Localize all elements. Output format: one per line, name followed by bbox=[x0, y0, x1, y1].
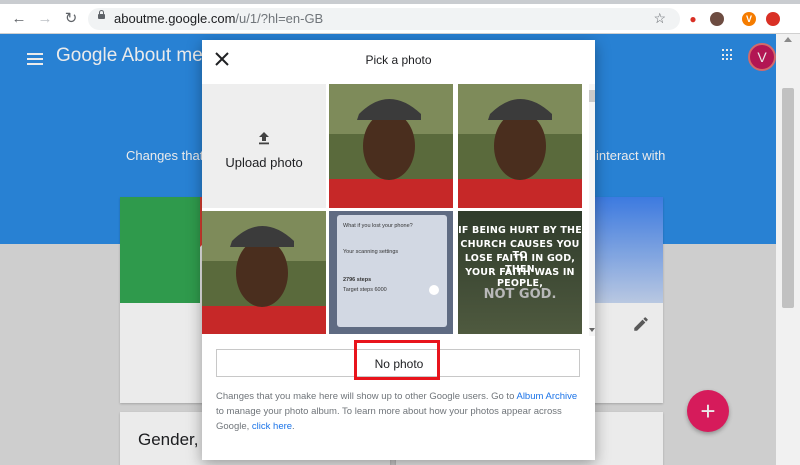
reload-icon[interactable]: ↻ bbox=[62, 10, 80, 28]
screenshot-photo-tile[interactable]: What if you lost your phone? Your scanni… bbox=[329, 211, 453, 334]
photo-tile[interactable] bbox=[202, 211, 326, 334]
grid-scroll-thumb[interactable] bbox=[589, 90, 595, 102]
scroll-down-icon[interactable] bbox=[589, 328, 595, 332]
browser-toolbar: ← → ↻ aboutme.google.com/u/1/?hl=en-GB ☆… bbox=[0, 4, 800, 34]
upload-photo-tile[interactable]: Upload photo bbox=[202, 84, 326, 208]
page-scrollbar[interactable] bbox=[776, 34, 800, 465]
phone-screenshot: What if you lost your phone? Your scanni… bbox=[337, 215, 447, 327]
scroll-thumb[interactable] bbox=[782, 88, 794, 308]
page: Google About me V Changes that interact … bbox=[0, 34, 800, 465]
profile-icon[interactable]: V bbox=[742, 12, 756, 26]
dialog-title: Pick a photo bbox=[365, 53, 432, 67]
star-icon[interactable]: ☆ bbox=[653, 10, 666, 27]
upload-icon bbox=[259, 132, 269, 145]
lock-icon bbox=[98, 10, 105, 19]
extension-icon[interactable] bbox=[710, 12, 724, 26]
photo-tile[interactable] bbox=[458, 84, 582, 208]
portrait-photo bbox=[458, 84, 582, 208]
photo-grid: Upload photo What if you lost your phone… bbox=[202, 84, 590, 334]
portrait-photo bbox=[329, 84, 453, 208]
upload-label: Upload photo bbox=[225, 155, 303, 170]
photo-tile[interactable] bbox=[329, 84, 453, 208]
portrait-photo bbox=[202, 211, 326, 334]
address-bar[interactable]: aboutme.google.com/u/1/?hl=en-GB ☆ bbox=[88, 8, 680, 30]
dialog-info-text: Changes that you make here will show up … bbox=[216, 391, 578, 432]
pick-photo-dialog: Pick a photo Upload photo What if you lo… bbox=[202, 40, 595, 460]
extension-icon[interactable] bbox=[766, 12, 780, 26]
scroll-up-icon[interactable] bbox=[784, 37, 792, 42]
album-archive-link[interactable]: Album Archive bbox=[516, 391, 577, 402]
highlight-box bbox=[354, 340, 440, 380]
back-icon[interactable]: ← bbox=[10, 10, 28, 28]
quote-photo-tile[interactable]: IF BEING HURT BY THE CHURCH CAUSES YOU T… bbox=[458, 211, 582, 334]
click-here-link[interactable]: click here bbox=[252, 421, 292, 432]
extension-icon[interactable]: ● bbox=[686, 12, 700, 26]
forward-icon[interactable]: → bbox=[36, 10, 54, 28]
grid-scrollbar[interactable] bbox=[589, 84, 595, 336]
pencil-icon bbox=[429, 285, 439, 295]
url-text: aboutme.google.com/u/1/?hl=en-GB bbox=[114, 11, 324, 26]
